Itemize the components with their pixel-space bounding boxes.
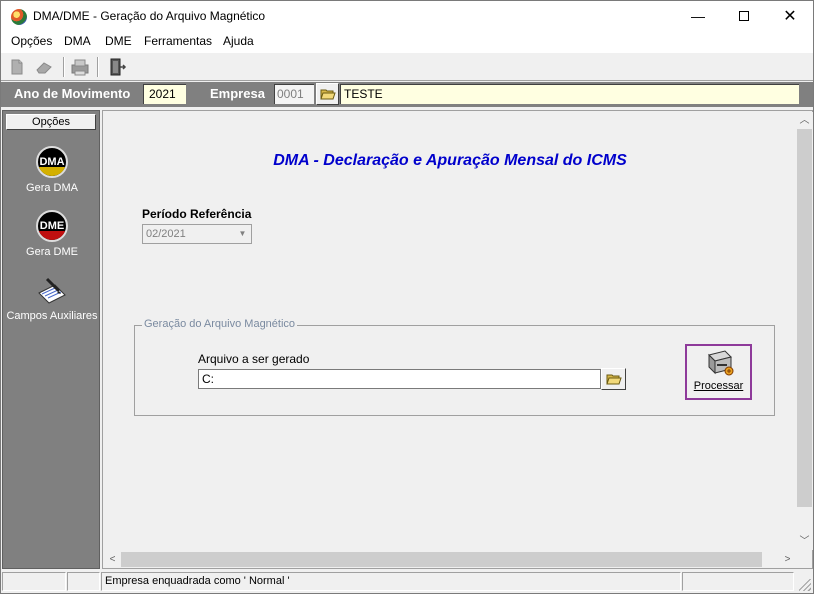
status-panel — [2, 572, 66, 591]
file-path-input[interactable]: C: — [198, 369, 601, 389]
file-generation-group: Geração do Arquivo Magnético Arquivo a s… — [134, 318, 775, 416]
status-bar: Empresa enquadrada como ' Normal ' — [1, 571, 813, 593]
sidebar-heading[interactable]: Opções — [6, 114, 96, 130]
toolbar-separator — [97, 57, 99, 77]
company-name-field[interactable]: TESTE — [339, 83, 800, 105]
window-title: DMA/DME - Geração do Arquivo Magnético — [33, 9, 266, 23]
minimize-button[interactable]: — — [675, 1, 721, 32]
maximize-button[interactable] — [721, 1, 767, 32]
document-icon — [11, 59, 23, 75]
menu-dma[interactable]: DMA — [62, 34, 93, 48]
notepad-pen-icon — [35, 273, 69, 307]
open-folder-icon — [319, 89, 336, 100]
toolbar-print-button[interactable] — [70, 57, 90, 77]
year-label: Ano de Movimento — [14, 86, 131, 101]
status-message: Empresa enquadrada como ' Normal ' — [101, 572, 681, 591]
company-code-field[interactable]: 0001 — [273, 83, 315, 105]
app-logo-icon — [11, 9, 27, 25]
chevron-down-icon[interactable]: ﹀ — [796, 533, 813, 550]
sidebar-item-gera-dma[interactable]: DMA Gera DMA — [3, 145, 101, 194]
menu-dme[interactable]: DME — [103, 34, 134, 48]
chevron-right-icon[interactable]: > — [779, 551, 796, 568]
page-title: DMA - Declaração e Apuração Mensal do IC… — [273, 152, 627, 169]
company-browse-button[interactable] — [316, 83, 339, 105]
title-bar: DMA/DME - Geração do Arquivo Magnético —… — [1, 1, 813, 32]
sidebar-item-label: Campos Auxiliares — [6, 310, 98, 322]
main-panel: DMA - Declaração e Apuração Mensal do IC… — [102, 110, 813, 569]
sidebar-item-label: Gera DME — [26, 246, 78, 258]
status-panel — [682, 572, 794, 591]
toolbar-separator — [63, 57, 65, 77]
chevron-down-icon[interactable]: ▼ — [235, 226, 250, 242]
process-button[interactable]: Processar — [685, 344, 752, 400]
chevron-up-icon[interactable]: ︿ — [796, 112, 813, 129]
printer-icon — [71, 59, 89, 76]
resize-grip-icon[interactable] — [799, 579, 811, 591]
scroll-thumb[interactable] — [797, 129, 812, 507]
sidebar: Opções DMA Gera DMA DME Gera DME Campos … — [2, 110, 100, 569]
year-field[interactable]: 2021 — [142, 83, 187, 105]
maximize-icon — [739, 11, 749, 22]
horizontal-scrollbar[interactable]: < > — [104, 551, 796, 568]
dma-icon: DMA — [35, 145, 69, 179]
menu-ajuda[interactable]: Ajuda — [221, 34, 256, 48]
toolbar-erase-button[interactable] — [34, 57, 54, 77]
period-select[interactable]: 02/2021 ▼ — [142, 224, 252, 244]
company-label: Empresa — [210, 86, 265, 101]
menu-ferramentas[interactable]: Ferramentas — [142, 34, 214, 48]
sidebar-item-campos-auxiliares[interactable]: Campos Auxiliares — [3, 273, 101, 322]
menu-opcoes[interactable]: Opções — [9, 34, 54, 48]
vertical-scrollbar[interactable]: ︿ ﹀ — [796, 112, 813, 550]
toolbar-new-button[interactable] — [7, 57, 27, 77]
sidebar-item-label: Gera DMA — [26, 182, 78, 194]
file-browse-button[interactable] — [601, 368, 626, 390]
toolbar-exit-button[interactable] — [107, 57, 127, 77]
sidebar-item-gera-dme[interactable]: DME Gera DME — [3, 209, 101, 258]
disk-drive-icon — [707, 350, 733, 376]
process-button-label: Processar — [693, 380, 744, 392]
exit-door-icon — [110, 58, 127, 76]
open-folder-icon — [605, 374, 622, 385]
scroll-thumb[interactable] — [121, 552, 762, 567]
app-window: DMA/DME - Geração do Arquivo Magnético —… — [0, 0, 814, 594]
period-label: Período Referência — [142, 207, 252, 221]
period-value: 02/2021 — [146, 228, 186, 240]
eraser-icon — [36, 62, 52, 74]
chevron-left-icon[interactable]: < — [104, 551, 121, 568]
close-button[interactable]: ✕ — [767, 1, 813, 32]
file-label: Arquivo a ser gerado — [198, 352, 310, 366]
dme-icon: DME — [35, 209, 69, 243]
toolbar — [1, 52, 813, 81]
filter-header: Ano de Movimento 2021 Empresa 0001 TESTE — [1, 82, 813, 107]
status-panel — [67, 572, 100, 591]
menu-bar: Opções DMA DME Ferramentas Ajuda — [1, 32, 813, 52]
group-title: Geração do Arquivo Magnético — [142, 318, 298, 330]
